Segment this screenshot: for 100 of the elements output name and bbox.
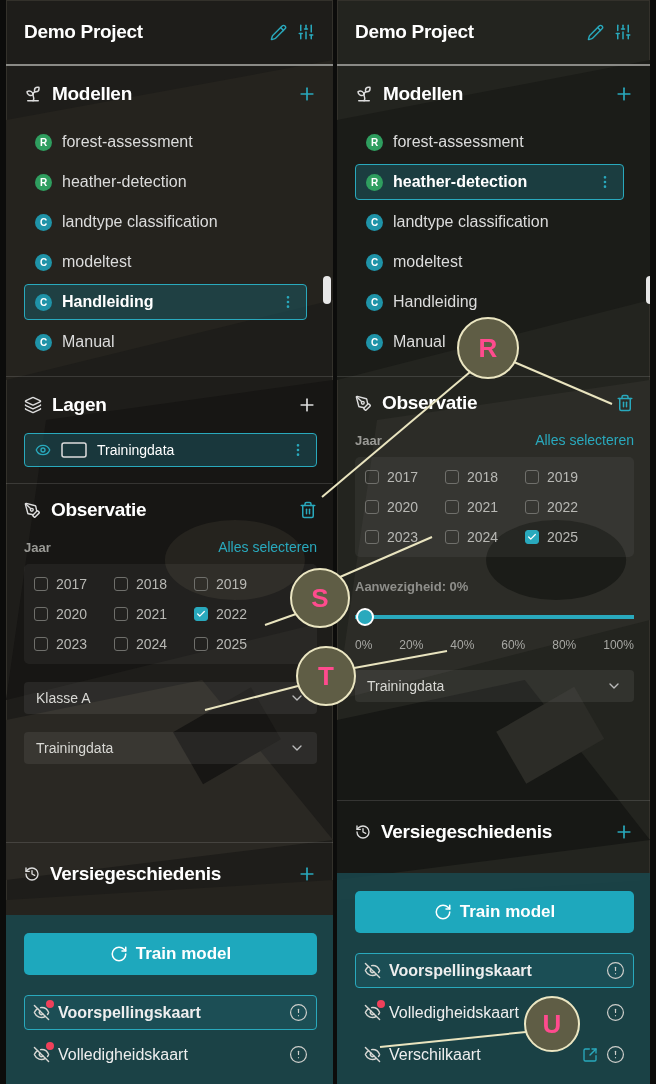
info-icon[interactable] <box>289 1003 308 1022</box>
checkmark-icon <box>527 532 537 542</box>
tick-label: 0% <box>355 638 373 652</box>
year-option: 2020 <box>56 606 88 622</box>
model-item[interactable]: modeltest <box>393 253 463 271</box>
checkbox[interactable] <box>194 577 208 591</box>
section-title: Versiegeschiedenis <box>50 863 222 885</box>
section-title: Versiegeschiedenis <box>381 821 553 843</box>
sprout-icon <box>24 85 42 103</box>
settings-icon[interactable] <box>297 23 315 41</box>
slider-label: Aanwezigheid: 0% <box>355 579 470 594</box>
model-item[interactable]: Manual <box>393 333 446 351</box>
model-item[interactable]: R heather-detection <box>355 164 624 200</box>
checkmark-icon <box>196 609 206 619</box>
external-link-icon[interactable] <box>582 1046 598 1063</box>
map-item[interactable]: Volledigheidskaart <box>58 1045 281 1064</box>
eye-off-icon[interactable] <box>364 1046 381 1063</box>
retrain-icon <box>433 903 452 921</box>
checkbox[interactable] <box>365 470 379 484</box>
callout-badge: S <box>290 568 350 628</box>
year-option: 2024 <box>136 636 168 652</box>
checkbox[interactable] <box>445 500 459 514</box>
edit-icon[interactable] <box>270 23 287 41</box>
select-all-link[interactable]: Alles selecteren <box>535 432 634 448</box>
edit-icon[interactable] <box>587 23 604 41</box>
tick-label: 80% <box>552 638 577 652</box>
year-option: 2021 <box>467 499 499 515</box>
year-option: 2018 <box>467 469 499 485</box>
dropdown[interactable]: Trainingdata <box>355 670 634 702</box>
history-icon <box>355 824 371 840</box>
settings-icon[interactable] <box>614 23 632 41</box>
year-option: 2025 <box>216 636 248 652</box>
year-label: Jaar <box>24 539 51 555</box>
checkbox[interactable] <box>445 470 459 484</box>
pen-icon <box>355 394 372 412</box>
info-icon[interactable] <box>606 1003 625 1022</box>
checkbox[interactable] <box>365 500 379 514</box>
section-title: Observatie <box>51 499 148 521</box>
model-item[interactable]: C Handleiding <box>24 284 307 320</box>
retrain-icon <box>109 945 128 963</box>
eye-off-icon[interactable] <box>364 1004 381 1021</box>
info-icon[interactable] <box>606 961 625 980</box>
checkbox[interactable] <box>365 530 379 544</box>
info-icon[interactable] <box>606 1045 625 1064</box>
pen-icon <box>24 501 41 519</box>
year-option: 2018 <box>136 576 168 592</box>
callout-badge: R <box>457 317 519 379</box>
checkbox[interactable] <box>34 607 48 621</box>
sprout-icon <box>355 85 373 103</box>
checkbox[interactable] <box>34 577 48 591</box>
year-option: 2019 <box>547 469 579 485</box>
slider-thumb[interactable] <box>356 608 374 626</box>
year-option: 2024 <box>467 529 499 545</box>
checkbox[interactable] <box>445 530 459 544</box>
checkbox[interactable] <box>114 577 128 591</box>
leader-line <box>264 613 297 626</box>
checkbox[interactable] <box>34 637 48 651</box>
model-item[interactable]: heather-detection <box>62 173 187 191</box>
select-all-link[interactable]: Alles selecteren <box>218 539 317 555</box>
checkbox[interactable] <box>194 637 208 651</box>
model-item[interactable]: landtype classification <box>393 213 549 231</box>
map-item[interactable]: Voorspellingskaart <box>24 995 317 1030</box>
trash-icon[interactable] <box>299 501 317 519</box>
year-option: 2025 <box>547 529 579 545</box>
callout-badge: T <box>296 646 356 706</box>
trash-icon[interactable] <box>616 394 634 412</box>
model-item[interactable]: landtype classification <box>62 213 218 231</box>
eye-icon[interactable] <box>35 442 51 458</box>
eye-off-icon[interactable] <box>33 1046 50 1063</box>
model-item[interactable]: forest-assessment <box>393 133 524 151</box>
dropdown[interactable]: Klasse A <box>24 682 317 714</box>
model-item[interactable]: Manual <box>62 333 115 351</box>
model-item[interactable]: modeltest <box>62 253 132 271</box>
year-option: 2023 <box>56 636 88 652</box>
section-title: Lagen <box>52 394 108 416</box>
checkbox[interactable] <box>114 637 128 651</box>
tick-label: 40% <box>450 638 475 652</box>
model-item[interactable]: forest-assessment <box>62 133 193 151</box>
eye-off-icon[interactable] <box>364 962 381 979</box>
eye-off-icon[interactable] <box>33 1004 50 1021</box>
info-icon[interactable] <box>289 1045 308 1064</box>
callout-badge: U <box>524 996 580 1052</box>
tick-label: 60% <box>501 638 526 652</box>
year-label: Jaar <box>355 432 382 448</box>
checkbox[interactable] <box>525 530 539 544</box>
layer-item[interactable]: Trainingdata <box>24 433 317 467</box>
dropdown[interactable]: Trainingdata <box>24 732 317 764</box>
rectangle-icon <box>61 442 87 458</box>
map-item[interactable]: Voorspellingskaart <box>355 953 634 988</box>
year-option: 2022 <box>216 606 248 622</box>
project-title: Demo Project <box>355 21 475 43</box>
checkbox[interactable] <box>194 607 208 621</box>
year-option: 2020 <box>387 499 419 515</box>
model-item[interactable]: Handleiding <box>393 293 478 311</box>
checkbox[interactable] <box>525 470 539 484</box>
section-title: Modellen <box>383 83 464 105</box>
checkbox[interactable] <box>114 607 128 621</box>
year-option: 2021 <box>136 606 168 622</box>
checkbox[interactable] <box>525 500 539 514</box>
scrollbar-thumb[interactable] <box>323 276 331 304</box>
